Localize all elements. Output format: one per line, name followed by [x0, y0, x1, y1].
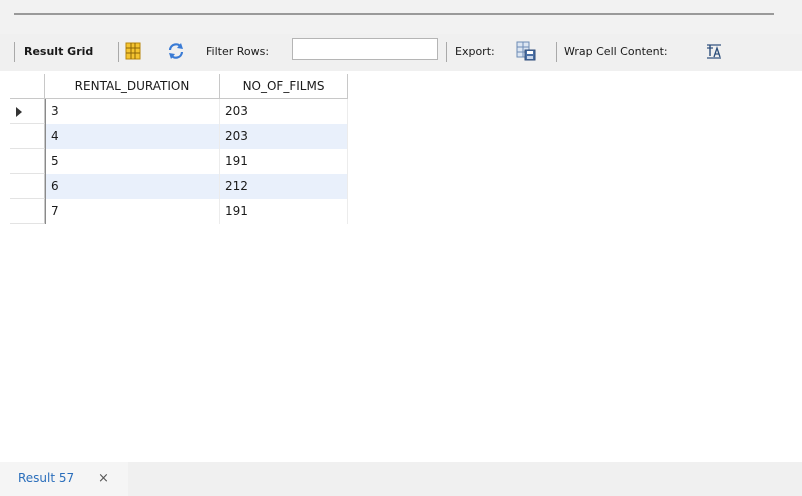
toolbar-separator — [446, 42, 447, 62]
toolbar-separator — [14, 42, 15, 62]
cell-rental-duration[interactable]: 4 — [45, 124, 220, 149]
cell-rental-duration[interactable]: 6 — [45, 174, 220, 199]
cell-no-of-films[interactable]: 212 — [220, 174, 348, 199]
row-indicator[interactable] — [10, 174, 45, 199]
row-indicator[interactable] — [10, 199, 45, 224]
column-header-rental-duration[interactable]: RENTAL_DURATION — [45, 74, 220, 99]
export-file-icon[interactable] — [515, 40, 537, 62]
column-header-no-of-films[interactable]: NO_OF_FILMS — [220, 74, 348, 99]
export-label: Export: — [455, 45, 495, 58]
row-indicator[interactable] — [10, 124, 45, 149]
cell-no-of-films[interactable]: 191 — [220, 149, 348, 174]
refresh-icon[interactable] — [166, 41, 186, 61]
filter-rows-input[interactable] — [292, 38, 438, 60]
result-toolbar: Result Grid Filter Rows: Export: Wrap Ce… — [0, 34, 802, 71]
toolbar-separator — [118, 42, 119, 62]
result-panel: Result Grid Filter Rows: Export: Wrap Ce… — [0, 0, 802, 496]
result-grid-button[interactable]: Result Grid — [24, 45, 93, 58]
cell-no-of-films[interactable]: 203 — [220, 99, 348, 124]
splitter-handle[interactable] — [14, 13, 774, 15]
filter-rows-label: Filter Rows: — [206, 45, 270, 58]
selected-row-arrow-icon — [16, 107, 22, 117]
result-tab-bar: Result 57 × — [0, 462, 802, 496]
wrap-text-icon[interactable] — [706, 43, 722, 59]
wrap-cell-content-label: Wrap Cell Content: — [564, 45, 668, 58]
row-indicator[interactable] — [10, 149, 45, 174]
query-splitter-area — [0, 0, 802, 34]
tab-result-57[interactable]: Result 57 × — [0, 462, 128, 496]
row-indicator[interactable] — [10, 99, 45, 124]
cell-no-of-films[interactable]: 203 — [220, 124, 348, 149]
cell-rental-duration[interactable]: 3 — [45, 99, 220, 124]
cell-no-of-films[interactable]: 191 — [220, 199, 348, 224]
cell-rental-duration[interactable]: 7 — [45, 199, 220, 224]
row-indicator-header — [10, 74, 45, 99]
result-tab-label: Result 57 — [18, 471, 75, 485]
cell-rental-duration[interactable]: 5 — [45, 149, 220, 174]
toolbar-separator — [556, 42, 557, 62]
close-icon[interactable]: × — [98, 471, 109, 486]
grid-view-icon[interactable] — [124, 42, 142, 60]
